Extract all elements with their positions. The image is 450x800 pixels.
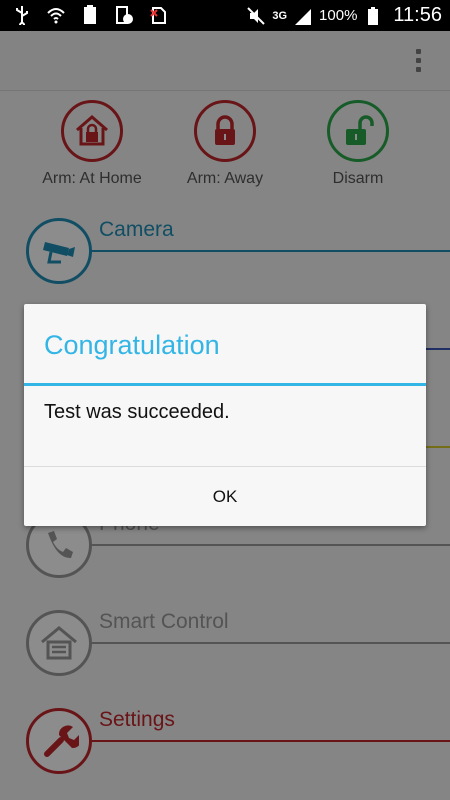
dialog-message: Test was succeeded. [44,401,230,423]
network-type: 3G [272,9,288,22]
battery-percent: 100% [319,7,358,24]
status-right: 3G 100% 11:56 [246,0,442,31]
battery-100-icon [84,5,96,24]
battery-icon [368,6,379,25]
ok-button[interactable]: OK [24,467,426,526]
wifi-icon [47,8,65,24]
signal-icon [295,8,312,25]
no-sim-icon [150,7,166,24]
dialog-title-divider [24,383,426,386]
clock: 11:56 [393,4,442,26]
mute-icon [247,6,266,25]
screenshot-icon [116,6,133,24]
usb-icon [16,6,28,25]
status-left-icons [12,5,168,25]
dialog-title: Congratulation [44,330,220,360]
status-bar: 3G 100% 11:56 [0,0,450,31]
congratulation-dialog: Congratulation Test was succeeded. OK [24,304,426,526]
